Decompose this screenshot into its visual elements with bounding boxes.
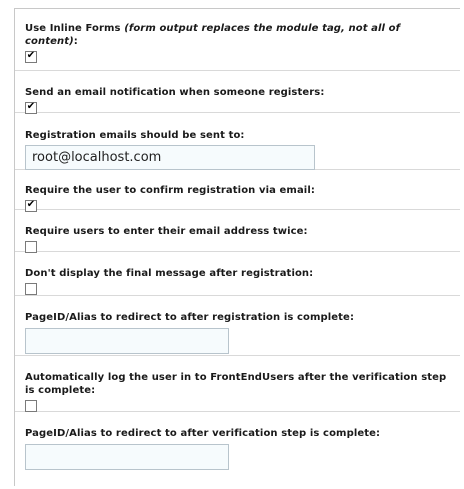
email-twice-checkbox[interactable] bbox=[25, 241, 37, 253]
setting-auto-login: Automatically log the user in to FrontEn… bbox=[15, 356, 460, 412]
settings-panel: Use Inline Forms (form output replaces t… bbox=[14, 8, 460, 486]
setting-confirm-email: Require the user to confirm registration… bbox=[15, 170, 460, 212]
redirect-verification-input[interactable] bbox=[25, 444, 229, 470]
auto-login-checkbox[interactable] bbox=[25, 400, 37, 412]
confirm-email-label: Require the user to confirm registration… bbox=[25, 185, 315, 196]
redirect-verification-label: PageID/Alias to redirect to after verifi… bbox=[25, 428, 381, 439]
setting-email-notification: Send an email notification when someone … bbox=[15, 71, 460, 114]
email-notification-checkbox[interactable] bbox=[25, 102, 37, 114]
registration-email-input[interactable] bbox=[25, 145, 315, 170]
email-twice-label: Require users to enter their email addre… bbox=[25, 226, 308, 237]
confirm-email-checkbox[interactable] bbox=[25, 200, 37, 212]
email-notification-label: Send an email notification when someone … bbox=[25, 87, 325, 98]
no-final-message-checkbox[interactable] bbox=[25, 283, 37, 295]
no-final-message-label: Don't display the final message after re… bbox=[25, 268, 314, 279]
setting-redirect-registration: PageID/Alias to redirect to after regist… bbox=[15, 296, 460, 356]
redirect-registration-label: PageID/Alias to redirect to after regist… bbox=[25, 312, 355, 323]
inline-forms-label: Use Inline Forms (form output replaces t… bbox=[25, 22, 435, 48]
setting-registration-email: Registration emails should be sent to: bbox=[15, 113, 460, 170]
registration-email-label: Registration emails should be sent to: bbox=[25, 130, 245, 141]
setting-inline-forms: Use Inline Forms (form output replaces t… bbox=[15, 9, 460, 71]
auto-login-label: Automatically log the user in to FrontEn… bbox=[25, 372, 447, 396]
setting-redirect-verification: PageID/Alias to redirect to after verifi… bbox=[15, 412, 460, 482]
setting-email-twice: Require users to enter their email addre… bbox=[15, 210, 460, 253]
redirect-registration-input[interactable] bbox=[25, 328, 229, 354]
setting-no-final-message: Don't display the final message after re… bbox=[15, 252, 460, 296]
inline-forms-colon: : bbox=[73, 36, 78, 47]
inline-forms-checkbox[interactable] bbox=[25, 51, 37, 63]
inline-forms-title: Use Inline Forms bbox=[25, 23, 121, 34]
